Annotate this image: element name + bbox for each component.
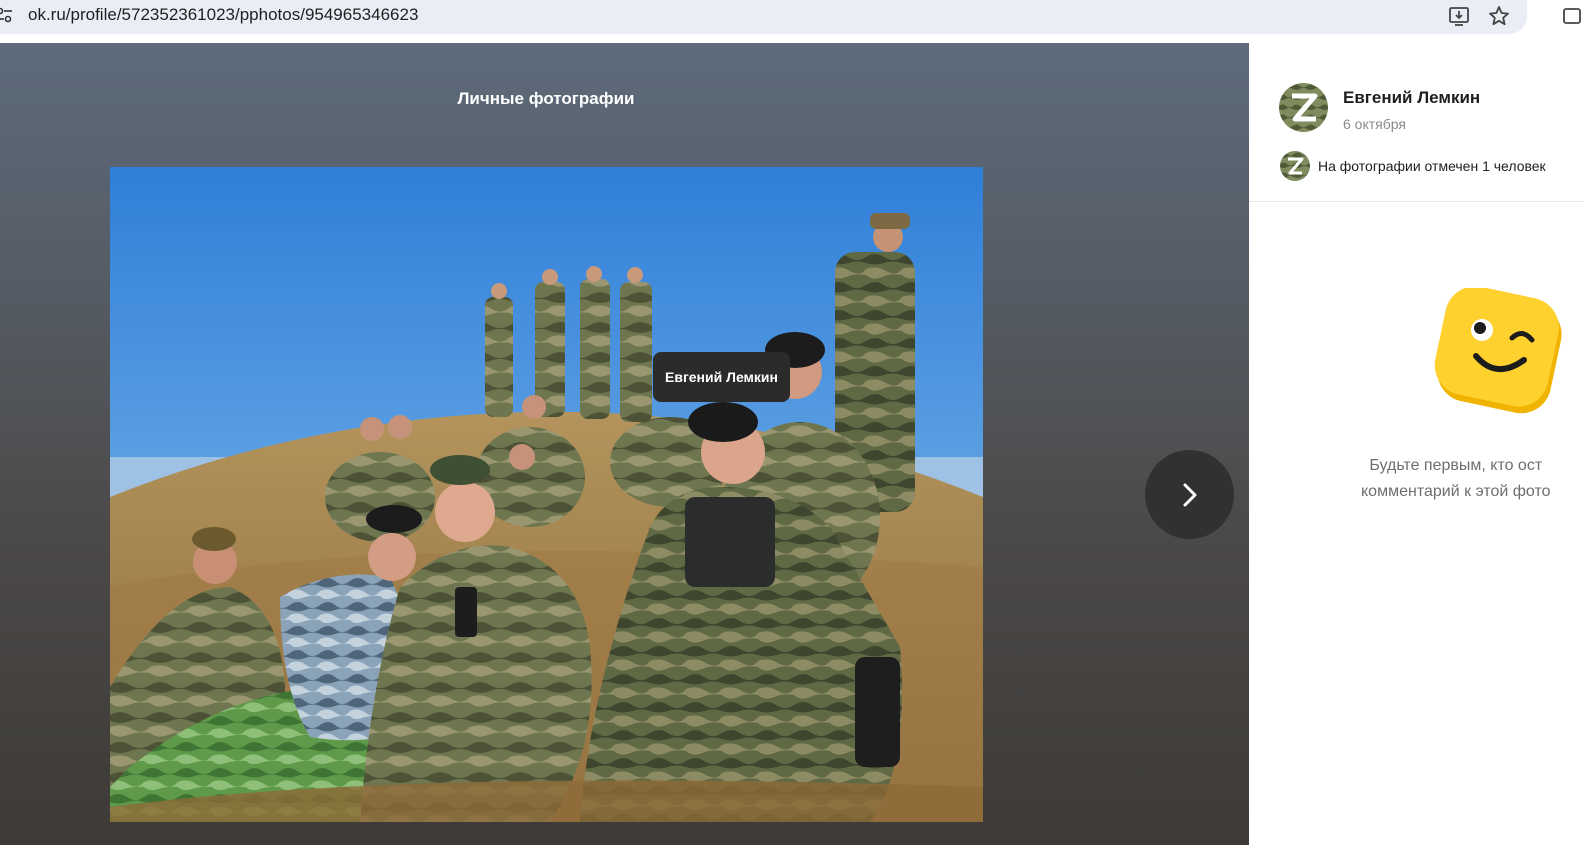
album-title[interactable]: Личные фотографии [0,89,1092,109]
tagged-people-text[interactable]: На фотографии отмечен 1 человек [1318,158,1546,174]
extensions-icon[interactable] [1560,4,1584,28]
author-name[interactable]: Евгений Лемкин [1343,88,1480,108]
photo-tag-label[interactable]: Евгений Лемкин [653,352,790,402]
photo-info-panel: Евгений Лемкин 6 октября На фотографии о… [1249,43,1584,845]
browser-toolbar: ok.ru/profile/572352361023/pphotos/95496… [0,0,1584,43]
avatar[interactable] [1279,83,1328,132]
site-info-icon[interactable] [0,5,14,25]
divider [1249,201,1584,202]
z-letter-avatar-image [1279,83,1328,132]
post-date: 6 октября [1343,116,1406,132]
winking-face-icon [1434,288,1562,414]
photo-image [110,167,983,822]
photo-viewer: Личные фотографии Евгений Лемкин [0,43,1249,845]
tagged-user-avatar[interactable] [1280,151,1310,181]
install-app-icon[interactable] [1447,4,1471,28]
photo[interactable] [110,167,983,822]
bookmark-star-icon[interactable] [1487,4,1511,28]
empty-comments-message: Будьте первым, кто ост комментарий к это… [1361,453,1551,505]
url-text[interactable]: ok.ru/profile/572352361023/pphotos/95496… [28,5,418,25]
z-letter-avatar-small-image [1280,151,1310,181]
address-bar[interactable]: ok.ru/profile/572352361023/pphotos/95496… [0,0,1527,34]
next-photo-button[interactable] [1145,450,1234,539]
empty-comments-line1: Будьте первым, кто ост [1369,457,1543,474]
empty-comments-line2: комментарий к этой фото [1361,483,1551,500]
chevron-right-icon [1183,483,1197,507]
